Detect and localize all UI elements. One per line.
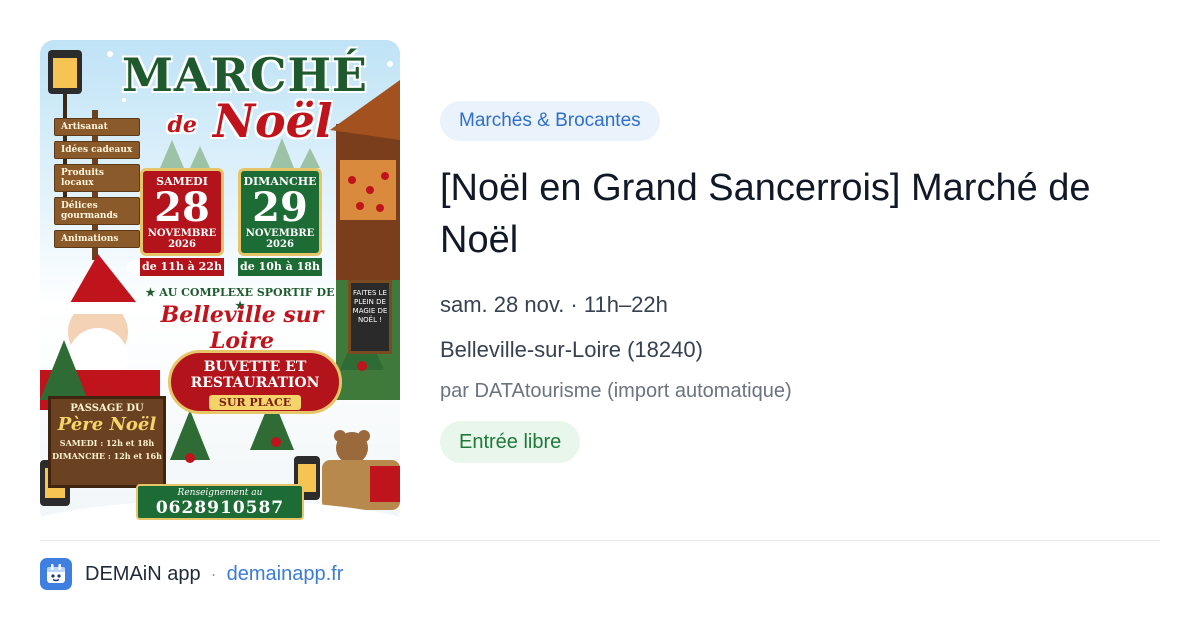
category-chip[interactable]: Marchés & Brocantes bbox=[440, 101, 660, 141]
date2-month: NOVEMBRE bbox=[245, 228, 315, 239]
app-website-link[interactable]: demainapp.fr bbox=[227, 563, 344, 586]
event-title: [Noël en Grand Sancerrois] Marché de Noë… bbox=[440, 167, 1091, 261]
event-poster-image[interactable]: MARCHÉ de Noël Artisanat Idées cadeaux P… bbox=[40, 40, 400, 524]
poster-date-saturday: SAMEDI 28 NOVEMBRE 2026 bbox=[140, 168, 224, 256]
pere-line-4: DIMANCHE : 12h et 16h bbox=[52, 451, 162, 461]
date1-hours: de 11h à 22h bbox=[140, 258, 224, 276]
poster-venue-name: Belleville sur Loire bbox=[160, 302, 324, 354]
poster-chalkboard: FAITES LE PLEIN DE MAGIE DE NOËL ! bbox=[348, 280, 392, 354]
footer: DEMAiN app · demainapp.fr bbox=[40, 558, 343, 590]
date2-num: 29 bbox=[252, 184, 308, 231]
pere-line-2: Père Noël bbox=[57, 414, 157, 435]
poster-subtitle-de: de bbox=[167, 112, 197, 138]
app-logo-icon bbox=[40, 558, 72, 590]
event-location: Belleville-sur-Loire (18240) bbox=[440, 337, 703, 362]
poster-buvette-banner: BUVETTE ET RESTAURATION SUR PLACE bbox=[168, 350, 342, 414]
date1-month: NOVEMBRE bbox=[147, 228, 217, 239]
sign-3: Produits locaux bbox=[54, 164, 140, 192]
sign-2: Idées cadeaux bbox=[54, 141, 140, 159]
contact-label: Renseignement au bbox=[177, 488, 263, 498]
date2-hours: de 10h à 18h bbox=[238, 258, 322, 276]
date2-year: 2026 bbox=[266, 239, 294, 250]
sign-5: Animations bbox=[54, 230, 140, 248]
poster-pere-noel-sign: PASSAGE DU Père Noël SAMEDI : 12h et 18h… bbox=[48, 396, 166, 488]
date1-year: 2026 bbox=[168, 239, 196, 250]
event-date: sam. 28 nov. · 11h–22h bbox=[440, 292, 668, 317]
date1-num: 28 bbox=[154, 184, 210, 231]
poster-subtitle: de Noël bbox=[130, 94, 370, 148]
poster-contact: Renseignement au 0628910587 bbox=[136, 484, 304, 520]
contact-phone: 0628910587 bbox=[155, 498, 285, 518]
footer-separator: · bbox=[210, 563, 217, 584]
buvette-line-2: RESTAURATION bbox=[190, 375, 320, 391]
price-badge: Entrée libre bbox=[440, 421, 581, 463]
pere-line-3: SAMEDI : 12h et 18h bbox=[59, 438, 155, 448]
sign-4: Délices gourmands bbox=[54, 197, 140, 225]
sign-1: Artisanat bbox=[54, 118, 140, 136]
app-name: DEMAiN app bbox=[85, 562, 201, 585]
buvette-line-3: SUR PLACE bbox=[208, 395, 302, 410]
poster-signpost: Artisanat Idées cadeaux Produits locaux … bbox=[54, 118, 140, 253]
pere-line-1: PASSAGE DU bbox=[70, 403, 144, 414]
footer-divider bbox=[40, 540, 1160, 541]
buvette-line-1: BUVETTE ET bbox=[203, 359, 307, 375]
poster-date-sunday: DIMANCHE 29 NOVEMBRE 2026 bbox=[238, 168, 322, 256]
event-source: par DATAtourisme (import automatique) bbox=[440, 380, 792, 402]
poster-subtitle-noel: Noël bbox=[212, 94, 333, 148]
